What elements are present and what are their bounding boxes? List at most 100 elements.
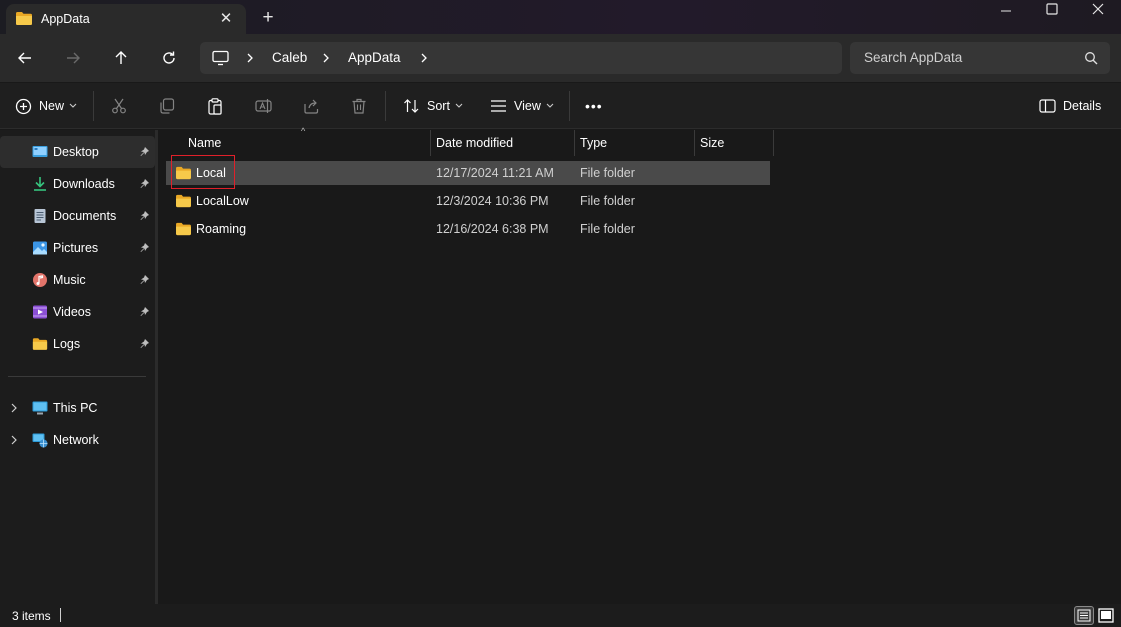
downloads-icon — [34, 177, 46, 191]
sidebar-item-documents[interactable]: Documents — [0, 200, 155, 232]
new-tab-button[interactable]: + — [256, 6, 280, 30]
sort-button[interactable]: Sort — [403, 93, 463, 119]
arrow-left-icon — [18, 52, 31, 64]
sidebar-item-desktop[interactable]: Desktop — [0, 136, 155, 168]
trash-icon — [352, 98, 366, 114]
up-button[interactable] — [107, 44, 135, 72]
sidebar-item-label: Videos — [53, 305, 91, 319]
refresh-button[interactable] — [155, 44, 183, 72]
folder-icon — [16, 12, 32, 25]
scissors-icon — [112, 98, 126, 114]
file-type: File folder — [580, 166, 635, 180]
close-window-button[interactable] — [1075, 0, 1121, 22]
folder-icon — [32, 338, 48, 350]
documents-icon — [34, 209, 46, 223]
file-date: 12/16/2024 6:38 PM — [436, 222, 549, 236]
rename-button[interactable] — [255, 93, 272, 119]
command-divider — [93, 91, 94, 121]
folder-icon — [176, 194, 191, 208]
sort-icon — [404, 99, 419, 113]
paste-button[interactable] — [207, 93, 223, 119]
delete-button[interactable] — [351, 93, 367, 119]
tab-title: AppData — [41, 12, 90, 26]
search-placeholder: Search AppData — [864, 50, 963, 65]
new-button[interactable]: New — [15, 93, 77, 119]
close-tab-button[interactable]: ✕ — [214, 7, 238, 31]
column-header-type[interactable]: Type — [574, 130, 694, 156]
sidebar-item-label: Network — [53, 433, 99, 447]
column-header-label: Type — [580, 136, 608, 150]
sidebar-item-pictures[interactable]: Pictures — [0, 232, 155, 264]
tab-appdata[interactable]: AppData ✕ — [6, 4, 246, 34]
sidebar-item-music[interactable]: Music — [0, 264, 155, 296]
column-header-label: Size — [700, 136, 725, 150]
view-label: View — [514, 99, 541, 113]
file-row-locallow[interactable]: LocalLow 12/3/2024 10:36 PM File folder — [166, 189, 770, 213]
back-button[interactable] — [11, 44, 39, 72]
copy-button[interactable] — [159, 93, 175, 119]
sort-ascending-icon: ^ — [301, 126, 306, 136]
chevron-down-icon — [546, 103, 554, 108]
details-pane-button[interactable]: Details — [1039, 93, 1101, 119]
sidebar-item-label: Music — [53, 273, 86, 287]
clipboard-icon — [208, 97, 222, 115]
column-divider[interactable] — [773, 130, 774, 156]
plus-circle-icon — [15, 98, 32, 114]
address-bar[interactable]: Caleb AppData — [200, 42, 842, 74]
share-icon — [304, 99, 319, 114]
folder-icon — [176, 222, 191, 236]
file-row-roaming[interactable]: Roaming 12/16/2024 6:38 PM File folder — [166, 217, 770, 241]
pin-icon — [140, 275, 149, 284]
large-icons-view-button[interactable] — [1096, 606, 1116, 625]
search-box[interactable]: Search AppData — [850, 42, 1110, 74]
sidebar-item-label: Documents — [53, 209, 117, 223]
column-header-label: Name — [188, 136, 222, 150]
file-name: Local — [196, 166, 226, 180]
new-label: New — [39, 99, 65, 113]
breadcrumb-appdata[interactable]: AppData — [348, 50, 401, 65]
share-button[interactable] — [303, 93, 320, 119]
breadcrumb-caleb[interactable]: Caleb — [272, 50, 307, 65]
sidebar-item-network[interactable]: Network — [0, 424, 155, 456]
chevron-right-icon[interactable] — [10, 402, 18, 414]
cut-button[interactable] — [111, 93, 127, 119]
column-header-date[interactable]: Date modified — [430, 130, 574, 156]
sidebar-item-label: Pictures — [53, 241, 99, 255]
maximize-button[interactable] — [1029, 0, 1075, 22]
minimize-button[interactable] — [983, 0, 1029, 22]
pin-icon — [140, 339, 149, 348]
chevron-right-icon[interactable] — [10, 434, 18, 446]
refresh-icon — [163, 51, 175, 64]
file-type: File folder — [580, 194, 635, 208]
videos-icon — [33, 305, 47, 319]
file-type: File folder — [580, 222, 635, 236]
column-header-name[interactable]: Name ^ — [158, 126, 430, 156]
details-label: Details — [1063, 99, 1102, 113]
sidebar-item-logs[interactable]: Logs — [0, 328, 155, 360]
sidebar-item-videos[interactable]: Videos — [0, 296, 155, 328]
forward-button[interactable] — [59, 44, 87, 72]
column-header-label: Date modified — [436, 136, 514, 150]
navigation-pane: Desktop Downloads Documents Pictures Mus… — [0, 130, 155, 604]
pin-icon — [140, 147, 149, 156]
file-row-local[interactable]: Local 12/17/2024 11:21 AM File folder — [166, 161, 770, 185]
chevron-down-icon — [455, 103, 463, 108]
column-header-size[interactable]: Size — [694, 130, 774, 156]
status-divider — [60, 608, 61, 622]
details-view-button[interactable] — [1074, 606, 1094, 625]
command-bar: New Sort View ••• Details — [0, 83, 1121, 129]
file-list: Name ^ Date modified Type Size Local 12/… — [158, 126, 1121, 604]
desktop-icon — [32, 146, 48, 157]
maximize-icon — [1046, 3, 1058, 15]
file-name: Roaming — [196, 222, 247, 236]
file-date: 12/3/2024 10:36 PM — [436, 194, 549, 208]
command-divider — [569, 91, 570, 121]
arrow-right-icon — [67, 52, 80, 64]
pin-icon — [140, 179, 149, 188]
sidebar-item-label: Desktop — [53, 145, 99, 159]
sidebar-item-this-pc[interactable]: This PC — [0, 392, 155, 424]
sidebar-item-downloads[interactable]: Downloads — [0, 168, 155, 200]
arrow-up-icon — [115, 51, 127, 64]
view-button[interactable]: View — [490, 93, 554, 119]
see-more-button[interactable]: ••• — [585, 93, 603, 119]
